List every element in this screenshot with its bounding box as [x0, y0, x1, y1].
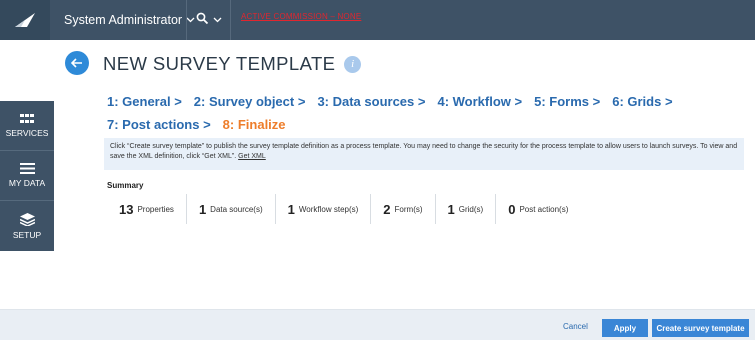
summary-item: 1 Data source(s): [185, 194, 275, 224]
services-grid-icon: [20, 113, 34, 123]
summary-stats: 13 Properties 1 Data source(s) 1 Workflow ste…: [107, 194, 580, 224]
page-title-row: NEW SURVEY TEMPLATE i: [103, 53, 362, 75]
summary-item: 2 Form(s): [370, 194, 434, 224]
wizard-step[interactable]: 5: Forms >: [534, 90, 600, 113]
active-commission-link[interactable]: ACTIVE COMMISSION – NONE: [241, 12, 361, 21]
wizard-step[interactable]: 3: Data sources >: [317, 90, 425, 113]
cancel-button[interactable]: Cancel: [563, 322, 588, 331]
wizard-step[interactable]: 7: Post actions >: [107, 113, 211, 136]
chevron-down-icon: [213, 15, 222, 25]
summary-label: Post action(s): [519, 204, 569, 214]
wizard-step[interactable]: 8: Finalize: [223, 113, 286, 136]
wizard-step[interactable]: 2: Survey object >: [194, 90, 306, 113]
sidebar-item-my-data[interactable]: MY DATA: [0, 151, 54, 201]
search-icon: [196, 12, 209, 28]
summary-item: 1 Grid(s): [434, 194, 496, 224]
wizard-step[interactable]: 6: Grids >: [612, 90, 672, 113]
create-survey-template-button[interactable]: Create survey template: [652, 319, 749, 337]
user-menu[interactable]: System Administrator: [64, 0, 195, 40]
search-menu-button[interactable]: [196, 0, 226, 40]
summary-item: 1 Workflow step(s): [274, 194, 371, 224]
info-message: Click “Create survey template” to publis…: [104, 138, 744, 170]
get-xml-link[interactable]: Get XML: [238, 153, 266, 160]
divider: [186, 0, 187, 40]
sidebar-item-setup[interactable]: SETUP: [0, 201, 54, 251]
summary-label: Data source(s): [210, 204, 263, 214]
layers-icon: [19, 212, 35, 226]
summary-count: 0: [508, 201, 516, 217]
sidebar-item-services[interactable]: SERVICES: [0, 101, 54, 151]
user-menu-label: System Administrator: [64, 13, 183, 27]
app-logo-icon[interactable]: [0, 0, 50, 40]
wizard-steps: 1: General > 2: Survey object > 3: Data so…: [107, 90, 727, 136]
arrow-left-icon: [71, 58, 82, 68]
back-button[interactable]: [65, 51, 89, 75]
apply-button[interactable]: Apply: [602, 319, 648, 337]
info-icon[interactable]: i: [344, 55, 362, 73]
summary-count: 1: [287, 201, 295, 217]
summary-item: 0 Post action(s): [495, 194, 580, 224]
sidebar-item-label: SERVICES: [5, 127, 49, 138]
chevron-down-icon: [186, 15, 195, 25]
side-nav: SERVICES MY DATA SETUP: [0, 101, 54, 251]
page-title: NEW SURVEY TEMPLATE: [103, 53, 336, 74]
hamburger-icon: [19, 163, 35, 174]
summary-label: Grid(s): [458, 204, 484, 214]
summary-item: 13 Properties: [107, 194, 186, 224]
divider: [230, 0, 231, 40]
summary-heading: Summary: [107, 181, 144, 190]
sidebar-item-label: SETUP: [12, 229, 42, 240]
info-text: Click “Create survey template” to publis…: [110, 143, 738, 160]
summary-count: 1: [198, 201, 207, 217]
summary-count: 2: [383, 201, 391, 217]
wizard-step[interactable]: 4: Workflow >: [437, 90, 522, 113]
summary-label: Form(s): [394, 204, 423, 214]
top-bar: System Administrator ACTIVE COMMISSION –…: [0, 0, 755, 40]
wizard-step[interactable]: 1: General >: [107, 90, 182, 113]
sidebar-item-label: MY DATA: [8, 178, 46, 188]
summary-label: Workflow step(s): [298, 204, 359, 214]
summary-count: 13: [119, 201, 134, 217]
summary-label: Properties: [137, 204, 174, 214]
summary-count: 1: [447, 201, 455, 217]
